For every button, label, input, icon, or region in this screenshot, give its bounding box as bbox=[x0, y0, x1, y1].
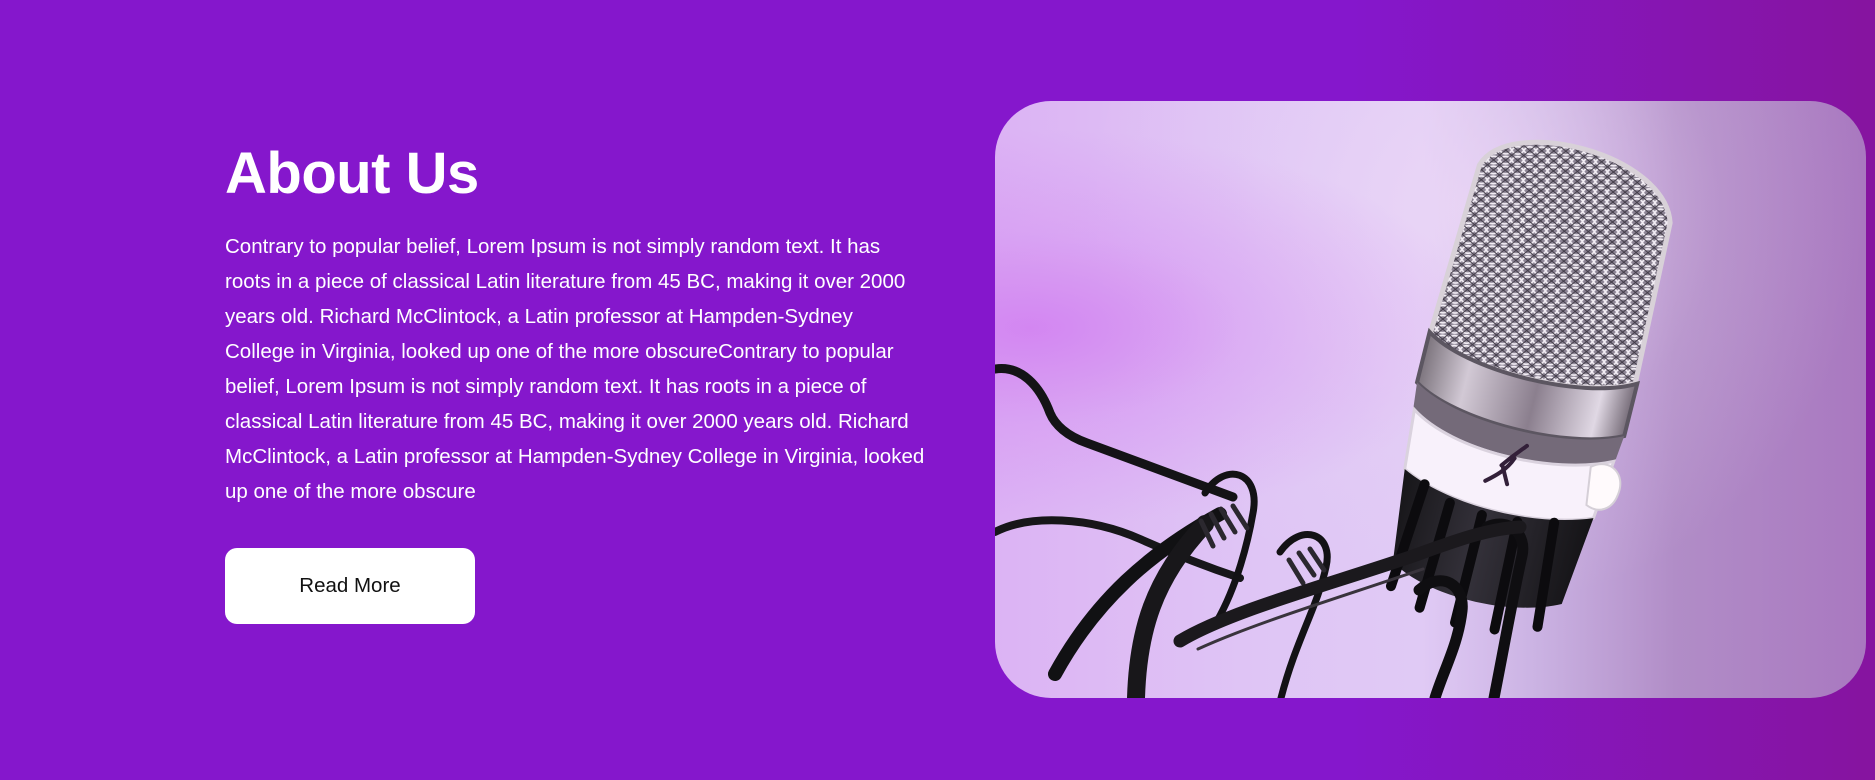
about-title: About Us bbox=[225, 141, 479, 206]
microphone-photo bbox=[995, 101, 1866, 698]
about-description: Contrary to popular belief, Lorem Ipsum … bbox=[225, 235, 925, 503]
about-section: About Us Contrary to popular belief, Lor… bbox=[0, 0, 1875, 780]
read-more-button[interactable]: Read More bbox=[225, 548, 475, 624]
microphone-icon bbox=[995, 139, 1673, 698]
about-content: About Us Contrary to popular belief, Lor… bbox=[225, 140, 925, 624]
